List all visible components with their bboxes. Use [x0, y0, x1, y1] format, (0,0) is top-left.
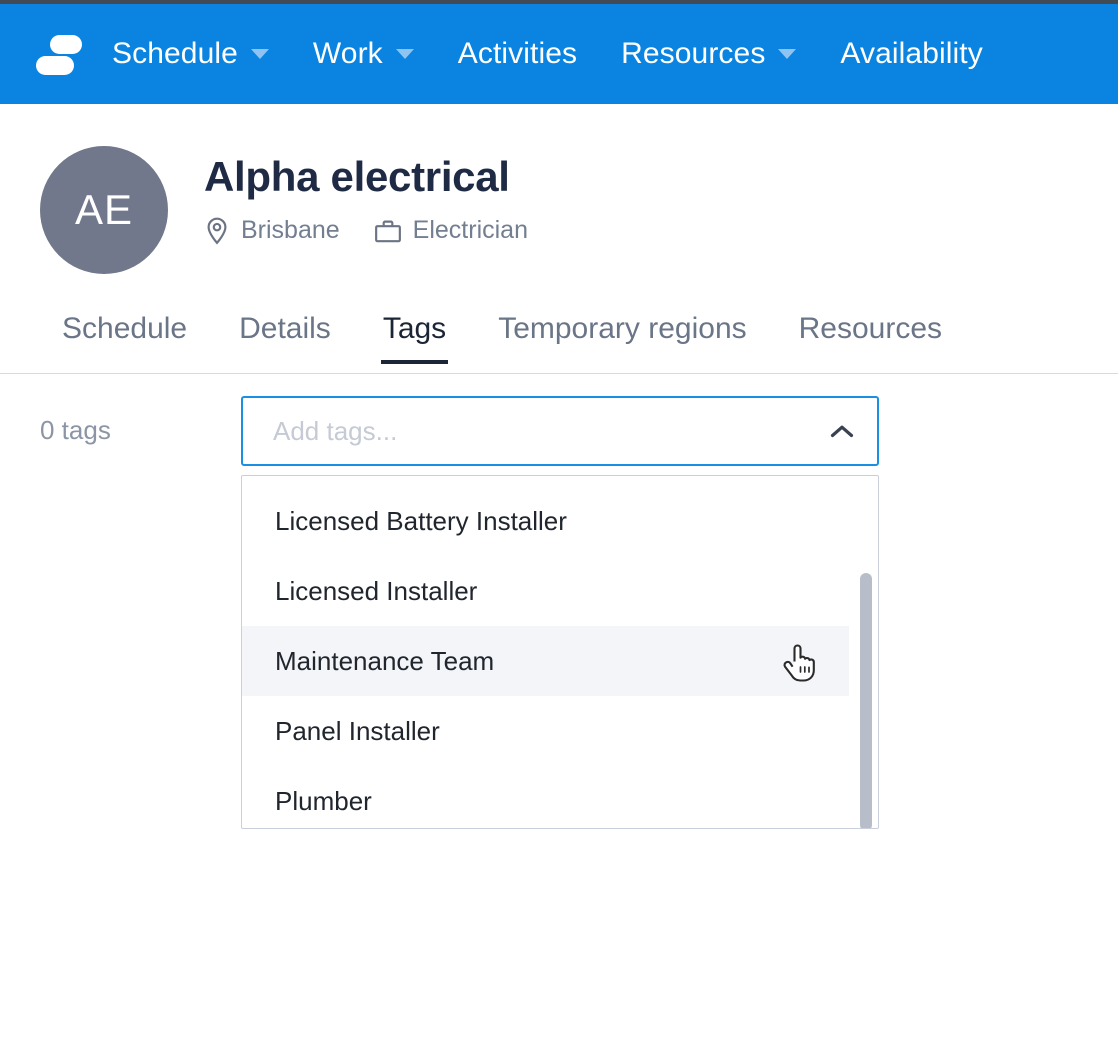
- tags-option-licensed-installer[interactable]: Licensed Installer: [242, 556, 849, 626]
- profile-meta: Brisbane Electrician: [204, 216, 562, 245]
- chevron-down-icon: [251, 49, 269, 59]
- tab-label: Tags: [383, 312, 446, 345]
- nav-item-label: Schedule: [112, 37, 238, 71]
- tags-count-label: 0 tags: [40, 415, 111, 446]
- profile-tab-bar: Schedule Details Tags Temporary regions …: [0, 306, 1118, 374]
- nav-item-activities[interactable]: Activities: [458, 37, 577, 71]
- tags-option-label: Panel Installer: [275, 716, 440, 747]
- nav-item-availability[interactable]: Availability: [840, 37, 982, 71]
- profile-meta-label: Brisbane: [241, 216, 340, 245]
- nav-item-label: Resources: [621, 37, 765, 71]
- tags-option-list: Licensed Battery Installer Licensed Inst…: [242, 476, 878, 829]
- tags-option-licensed-battery-installer[interactable]: Licensed Battery Installer: [242, 486, 849, 556]
- nav-item-resources[interactable]: Resources: [621, 37, 796, 71]
- tags-option-panel-installer[interactable]: Panel Installer: [242, 696, 849, 766]
- tags-input-wrapper[interactable]: [241, 396, 879, 466]
- tags-option-maintenance-team[interactable]: Maintenance Team: [242, 626, 849, 696]
- nav-item-work[interactable]: Work: [313, 37, 414, 71]
- tab-label: Schedule: [62, 312, 187, 345]
- tab-label: Temporary regions: [498, 312, 746, 345]
- avatar: AE: [40, 146, 168, 274]
- app-logo-icon[interactable]: [36, 31, 84, 77]
- tags-search-input[interactable]: [273, 416, 829, 447]
- dropdown-scrollbar[interactable]: [860, 477, 872, 827]
- chevron-up-icon[interactable]: [829, 423, 855, 439]
- tab-temporary-regions[interactable]: Temporary regions: [498, 306, 746, 364]
- tab-tags[interactable]: Tags: [383, 306, 446, 364]
- logo-pill-top: [50, 35, 82, 54]
- nav-item-label: Work: [313, 37, 383, 71]
- main-navigation-bar: Schedule Work Activities Resources Avail…: [0, 4, 1118, 104]
- tags-option-label: Licensed Battery Installer: [275, 506, 567, 537]
- tab-label: Details: [239, 312, 331, 345]
- page-title: Alpha electrical: [204, 154, 562, 200]
- tags-option-label: Licensed Installer: [275, 576, 477, 607]
- chevron-down-icon: [778, 49, 796, 59]
- nav-item-schedule[interactable]: Schedule: [112, 37, 269, 71]
- location-pin-icon: [204, 217, 230, 245]
- logo-pill-bottom: [36, 56, 74, 75]
- profile-meta-role: Electrician: [374, 216, 528, 245]
- tags-option-label: Plumber: [275, 786, 372, 817]
- profile-header: AE Alpha electrical Brisbane: [40, 146, 562, 274]
- nav-item-label: Activities: [458, 37, 577, 71]
- profile-meta-label: Electrician: [413, 216, 528, 245]
- nav-item-label: Availability: [840, 37, 982, 71]
- tags-combobox: Licensed Battery Installer Licensed Inst…: [241, 396, 879, 466]
- tab-resources[interactable]: Resources: [799, 306, 942, 364]
- tab-label: Resources: [799, 312, 942, 345]
- tags-option-plumber[interactable]: Plumber: [242, 766, 849, 829]
- tags-option-label: Maintenance Team: [275, 646, 494, 677]
- profile-meta-location: Brisbane: [204, 216, 340, 245]
- tab-schedule[interactable]: Schedule: [62, 306, 187, 364]
- profile-text-block: Alpha electrical Brisbane: [204, 146, 562, 245]
- briefcase-icon: [374, 218, 402, 244]
- dropdown-scrollbar-thumb[interactable]: [860, 573, 872, 829]
- tags-dropdown-panel: Licensed Battery Installer Licensed Inst…: [241, 475, 879, 829]
- chevron-down-icon: [396, 49, 414, 59]
- avatar-initials: AE: [75, 186, 133, 234]
- tab-details[interactable]: Details: [239, 306, 331, 364]
